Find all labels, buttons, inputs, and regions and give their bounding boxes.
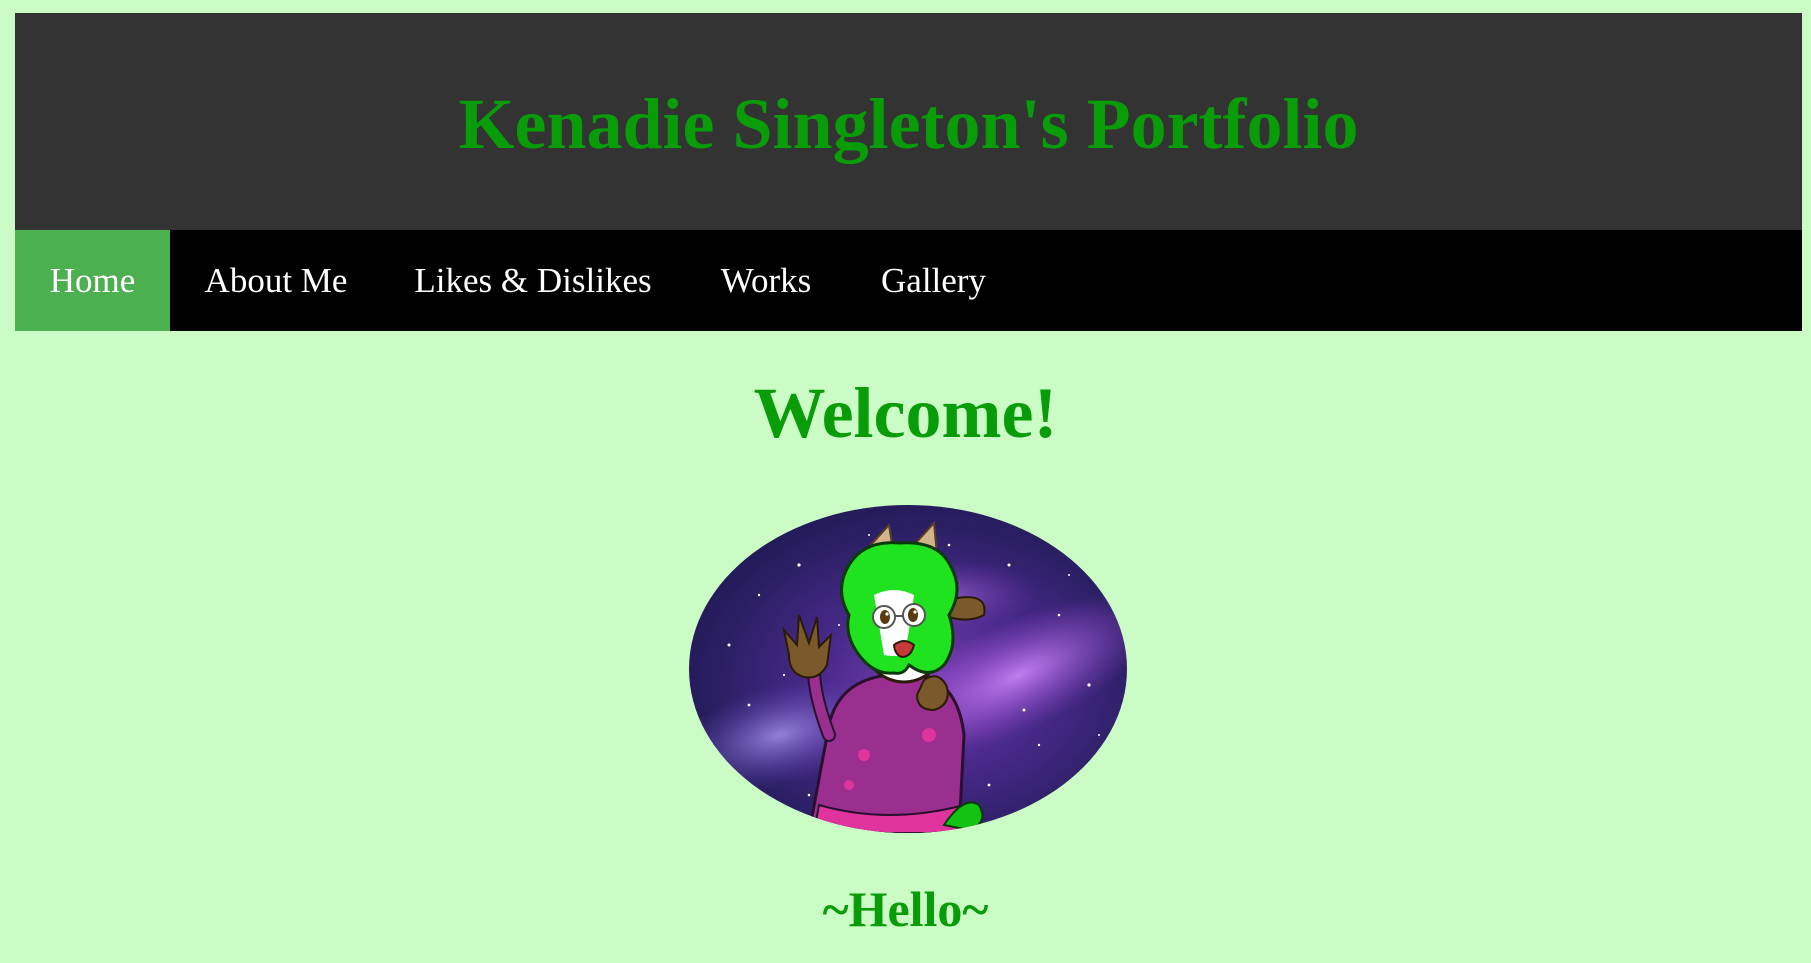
hello-heading: ~Hello~ [822, 881, 989, 937]
avatar-image [689, 505, 1127, 833]
welcome-heading: Welcome! [753, 373, 1058, 453]
nav-item-likes-dislikes[interactable]: Likes & Dislikes [382, 230, 684, 331]
page: Kenadie Singleton's Portfolio Home About… [0, 0, 1811, 963]
nav-item-home[interactable]: Home [15, 230, 170, 331]
nav-item-gallery[interactable]: Gallery [848, 230, 1019, 331]
site-header: Kenadie Singleton's Portfolio [15, 13, 1802, 230]
main-nav: Home About Me Likes & Dislikes Works Gal… [15, 230, 1802, 331]
site-title: Kenadie Singleton's Portfolio [458, 83, 1359, 164]
nav-item-works[interactable]: Works [684, 230, 848, 331]
avatar-illustration [689, 505, 1127, 833]
nav-item-about-me[interactable]: About Me [170, 230, 382, 331]
